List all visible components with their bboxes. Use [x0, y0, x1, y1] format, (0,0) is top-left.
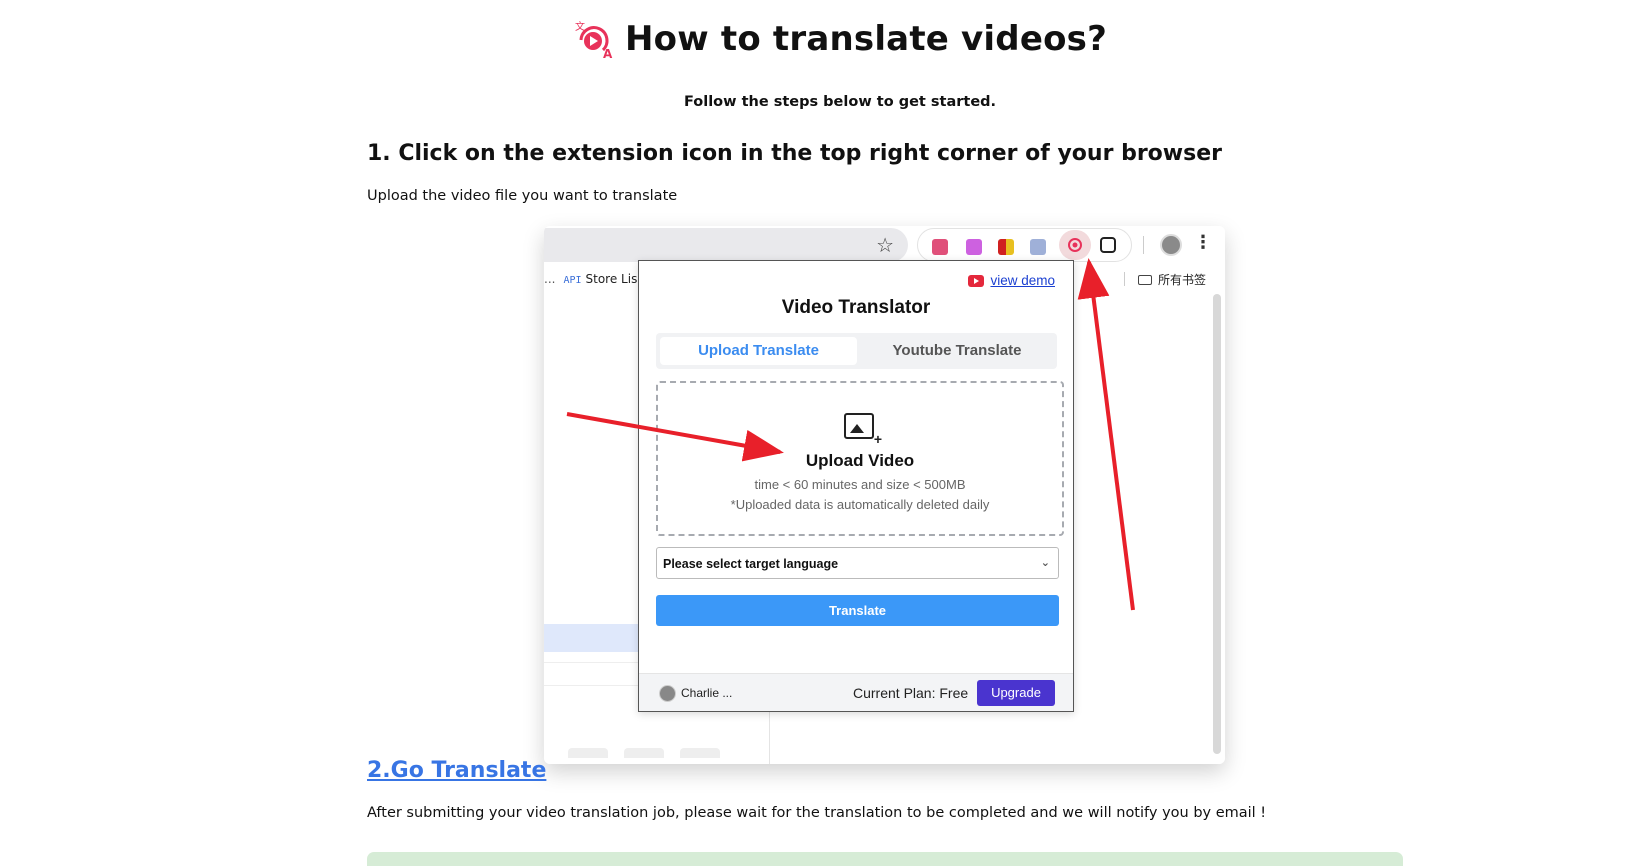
chevron-down-icon: ⌄ [1040, 557, 1050, 569]
background-toolbar-row [544, 662, 644, 686]
background-selected-row [544, 624, 644, 652]
view-demo-link[interactable]: view demo [990, 273, 1055, 288]
extension-icon[interactable] [1030, 239, 1046, 255]
target-language-placeholder: Please select target language [663, 557, 839, 571]
popup-footer: Charlie ... Current Plan: Free Upgrade [639, 673, 1073, 711]
toolbar-divider [1143, 236, 1144, 254]
user-name: Charlie ... [681, 686, 733, 700]
tab-youtube-translate[interactable]: Youtube Translate [861, 337, 1053, 365]
go-translate-link[interactable]: 2.Go Translate [367, 758, 546, 783]
target-language-select[interactable]: Please select target language ⌄ [656, 547, 1059, 579]
page-header: 文 A How to translate videos? [0, 18, 1634, 61]
all-bookmarks-folder[interactable]: 所有书签 [1138, 271, 1206, 288]
browser-menu-icon[interactable]: ⋮ [1194, 232, 1212, 253]
background-tabs [568, 748, 764, 758]
translate-mode-tabs: Upload Translate Youtube Translate [656, 333, 1057, 369]
image-upload-icon [844, 413, 882, 447]
upload-retention-note: *Uploaded data is automatically deleted … [730, 497, 990, 512]
step-1-title: 1. Click on the extension icon in the to… [367, 141, 1222, 166]
bookmarks-overflow-icon[interactable]: » [1092, 270, 1100, 286]
extensions-puzzle-icon[interactable] [1100, 237, 1116, 253]
upload-limits: time < 60 minutes and size < 500MB [754, 477, 966, 492]
popup-title: Video Translator [781, 297, 931, 318]
bookmark-divider [1124, 272, 1125, 286]
view-demo-link-wrapper: view demo [968, 273, 1055, 288]
extension-icon[interactable] [998, 239, 1014, 255]
video-translator-extension-button[interactable] [1059, 230, 1091, 260]
extensions-pill [917, 228, 1132, 262]
video-translate-logo-icon: 文 A [573, 18, 615, 61]
page-scrollbar[interactable] [1213, 294, 1221, 754]
user-avatar [659, 685, 676, 702]
bookmark-store-listing[interactable]: ... API Store Lis [544, 272, 637, 286]
profile-avatar[interactable] [1160, 234, 1182, 256]
folder-icon [1138, 275, 1152, 285]
bookmark-star-icon[interactable]: ☆ [876, 233, 894, 258]
browser-toolbar: ☆ ⋮ [544, 226, 1225, 264]
extension-icon[interactable] [932, 239, 948, 255]
tab-upload-translate[interactable]: Upload Translate [660, 337, 857, 365]
next-section-preview [367, 852, 1403, 866]
translate-button[interactable]: Translate [656, 595, 1059, 626]
step-2-description: After submitting your video translation … [367, 805, 1267, 821]
video-translator-popup: view demo Video Translator Upload Transl… [638, 260, 1074, 712]
page-title: How to translate videos? [625, 19, 1107, 59]
extension-icon[interactable] [966, 239, 982, 255]
upload-dropzone[interactable]: Upload Video time < 60 minutes and size … [656, 381, 1064, 536]
step-1-description: Upload the video file you want to transl… [367, 188, 678, 204]
svg-text:A: A [603, 47, 613, 60]
page-subtitle: Follow the steps below to get started. [683, 94, 997, 110]
upload-title: Upload Video [805, 451, 915, 470]
current-plan: Current Plan: Free [853, 685, 969, 701]
browser-screenshot: ☆ ⋮ ... API Store Lis » 所有书签 view demo V… [544, 226, 1225, 764]
upgrade-button[interactable]: Upgrade [977, 680, 1055, 706]
api-icon: API [563, 275, 582, 286]
address-bar[interactable]: ☆ [544, 228, 908, 262]
youtube-play-icon [968, 274, 985, 287]
